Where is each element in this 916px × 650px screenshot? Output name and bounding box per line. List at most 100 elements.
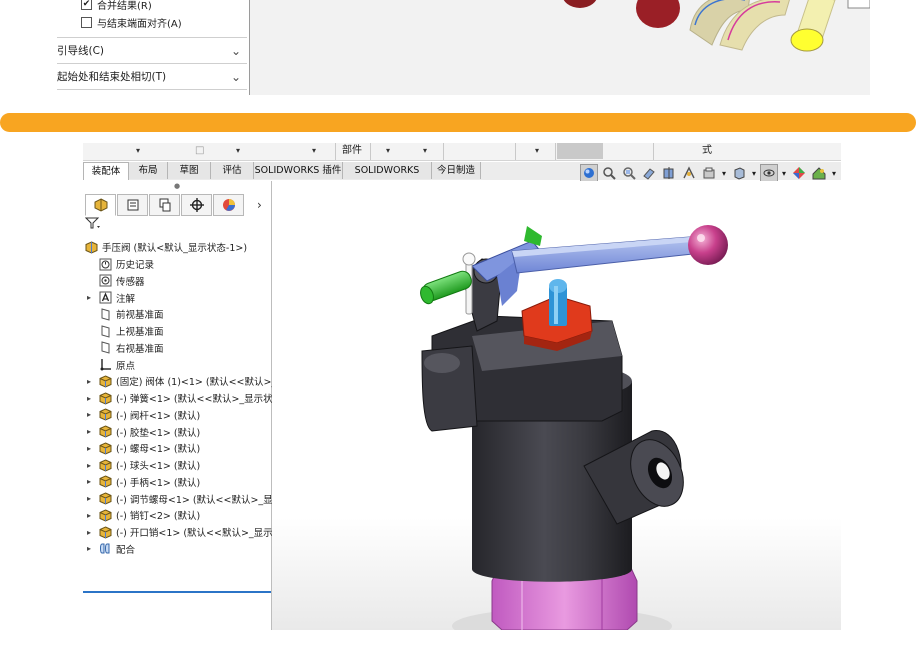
tree-item-label: 原点 xyxy=(116,360,136,372)
tab-assembly[interactable]: 装配体 xyxy=(83,162,129,180)
property-manager-icon[interactable] xyxy=(117,193,148,216)
tree-item-label: (-) 胶垫<1> (默认) xyxy=(116,427,201,439)
merge-result-checkbox[interactable]: ✔ 合并结果(R) xyxy=(81,0,152,12)
tree-item[interactable]: ▸ (-) 胶垫<1> (默认) xyxy=(87,424,201,440)
filter-icon[interactable] xyxy=(84,217,101,232)
chevron-down-icon[interactable]: ▾ xyxy=(535,146,539,155)
chevron-down-icon[interactable]: ▾ xyxy=(830,164,838,182)
tab-evaluate[interactable]: 评估 xyxy=(211,162,254,179)
align-end-faces-checkbox[interactable]: 与结束端面对齐(A) xyxy=(81,14,182,30)
part-icon xyxy=(99,375,112,388)
chevron-down-icon[interactable]: ▾ xyxy=(750,164,758,182)
preview-viewport[interactable] xyxy=(250,0,870,95)
tree-item-label: (固定) 阀体 (1)<1> (默认<<默认>_显示 xyxy=(116,377,296,389)
separator xyxy=(335,143,336,160)
tree-item-label: 前视基准面 xyxy=(116,310,164,322)
command-checkbox[interactable]: □ xyxy=(195,143,204,159)
tree-item[interactable]: ▸ (-) 销钉<2> (默认) xyxy=(87,507,201,523)
dynamic-annotation-icon[interactable] xyxy=(680,164,698,182)
expand-arrow-icon[interactable]: ▸ xyxy=(87,494,91,503)
expand-arrow-icon[interactable]: ▸ xyxy=(87,377,91,386)
tree-item-label: (-) 销钉<2> (默认) xyxy=(116,511,201,523)
heads-up-view-toolbar: ▾ ▾ ▾ ▾ xyxy=(580,163,841,183)
expand-arrow-icon[interactable]: ▸ xyxy=(87,461,91,470)
graphics-viewport[interactable] xyxy=(272,181,841,630)
chevron-right-icon[interactable]: › xyxy=(257,198,262,212)
command-strip: ▾ □ ▾ ▾ 部件 ▾ ▾ ▾ 式 xyxy=(83,143,841,161)
expand-arrow-icon[interactable]: ▸ xyxy=(87,394,91,403)
hide-show-icon[interactable] xyxy=(760,164,778,182)
tree-item[interactable]: 原点 xyxy=(99,357,135,373)
apply-scene-icon[interactable] xyxy=(810,164,828,182)
component-command[interactable]: 部件 xyxy=(342,143,362,159)
tree-item[interactable]: 右视基准面 xyxy=(99,340,164,356)
tree-item[interactable]: ▸ (-) 弹簧<1> (默认<<默认>_显示状态 xyxy=(87,390,282,406)
part-icon xyxy=(99,458,112,472)
loft-preview-graphic xyxy=(563,0,870,52)
tree-item-label: 传感器 xyxy=(116,276,145,288)
tree-item[interactable]: 前视基准面 xyxy=(99,306,164,322)
splitter-handle[interactable]: ● xyxy=(174,182,180,190)
tree-item[interactable]: 历史记录 xyxy=(99,256,154,272)
section-view-icon[interactable] xyxy=(660,164,678,182)
expand-arrow-icon[interactable]: ▸ xyxy=(87,511,91,520)
dimxpert-icon[interactable] xyxy=(181,193,212,216)
tab-solidworks-addins[interactable]: SOLIDWORKS 插件 xyxy=(254,162,343,179)
chevron-down-icon[interactable]: ▾ xyxy=(423,146,427,155)
separator xyxy=(555,143,556,160)
previous-view-icon[interactable] xyxy=(640,164,658,182)
chevron-down-icon[interactable]: ▾ xyxy=(136,146,140,155)
tab-sketch[interactable]: 草图 xyxy=(168,162,211,179)
zoom-area-icon[interactable] xyxy=(620,164,638,182)
view-orientation-icon[interactable] xyxy=(580,164,598,182)
expand-arrow-icon[interactable]: ▸ xyxy=(87,528,91,537)
tree-item[interactable]: ▸ (-) 螺母<1> (默认) xyxy=(87,440,200,456)
display-manager-icon[interactable] xyxy=(213,193,244,216)
tree-item-label: (-) 开口销<1> (默认<<默认>_显示状 xyxy=(116,528,283,539)
zoom-to-fit-icon[interactable] xyxy=(600,164,618,182)
expand-arrow-icon[interactable]: ▸ xyxy=(87,477,91,486)
expand-arrow-icon[interactable]: ▸ xyxy=(87,427,91,436)
edit-appearance-icon[interactable] xyxy=(790,164,808,182)
tree-item-label: 上视基准面 xyxy=(116,327,164,338)
selection-divider xyxy=(83,591,271,593)
tree-item[interactable]: ▸ (-) 调节螺母<1> (默认<<默认>_显示 xyxy=(87,491,282,507)
tree-item-label: 右视基准面 xyxy=(116,343,164,355)
tree-item[interactable]: 上视基准面 xyxy=(99,323,164,339)
tree-root-assembly[interactable]: 手压阀 (默认<默认_显示状态-1>) xyxy=(85,239,247,255)
tree-item[interactable]: ▸ (-) 手柄<1> (默认) xyxy=(87,474,200,490)
tree-item[interactable]: ▸ (固定) 阀体 (1)<1> (默认<<默认>_显示 xyxy=(87,373,296,389)
chevron-down-icon[interactable]: ▾ xyxy=(720,164,728,182)
part-icon xyxy=(99,492,112,505)
tab-solidworks-mbd[interactable]: SOLIDWORKS MBD xyxy=(343,162,432,193)
tree-item[interactable]: ▸ (-) 阀杆<1> (默认) xyxy=(87,407,201,423)
view-setting-icon[interactable] xyxy=(700,164,718,182)
expand-arrow-icon[interactable]: ▸ xyxy=(87,544,91,553)
tab-made-today[interactable]: 今日制造 xyxy=(432,162,481,179)
checkbox-label: 合并结果(R) xyxy=(97,0,152,12)
chevron-down-icon[interactable]: ▾ xyxy=(236,146,240,155)
expand-arrow-icon[interactable]: ▸ xyxy=(87,293,91,302)
configuration-manager-icon[interactable] xyxy=(149,193,180,216)
part-icon xyxy=(99,408,112,421)
start-end-tangency-group[interactable]: 起始处和结束处相切(T) ⌄ xyxy=(57,63,247,90)
tree-item[interactable]: ▸ 配合 xyxy=(87,541,135,557)
expand-arrow-icon[interactable]: ▸ xyxy=(87,410,91,419)
tree-item-label: (-) 阀杆<1> (默认) xyxy=(116,410,201,422)
tree-item[interactable]: ▸ 注解 xyxy=(87,290,135,306)
checkbox-label: 与结束端面对齐(A) xyxy=(97,18,182,30)
chevron-down-icon[interactable]: ▾ xyxy=(386,146,390,155)
tree-item-label: 手压阀 (默认<默认_显示状态-1>) xyxy=(102,243,248,254)
expand-arrow-icon[interactable]: ▸ xyxy=(87,444,91,453)
tree-item[interactable]: ▸ (-) 开口销<1> (默认<<默认>_显示状 xyxy=(87,524,283,540)
display-style-icon[interactable] xyxy=(730,164,748,182)
feature-manager-icon[interactable] xyxy=(85,193,116,216)
tree-item[interactable]: 传感器 xyxy=(99,273,145,289)
command-highlight[interactable] xyxy=(557,143,603,159)
guide-curves-group[interactable]: 引导线(C) ⌄ xyxy=(57,37,247,63)
chevron-down-icon[interactable]: ▾ xyxy=(312,146,316,155)
tab-layout[interactable]: 布局 xyxy=(129,162,168,179)
tree-item[interactable]: ▸ (-) 球头<1> (默认) xyxy=(87,457,200,473)
chevron-down-icon[interactable]: ▾ xyxy=(780,164,788,182)
display-style-command[interactable]: 式 xyxy=(702,143,712,159)
